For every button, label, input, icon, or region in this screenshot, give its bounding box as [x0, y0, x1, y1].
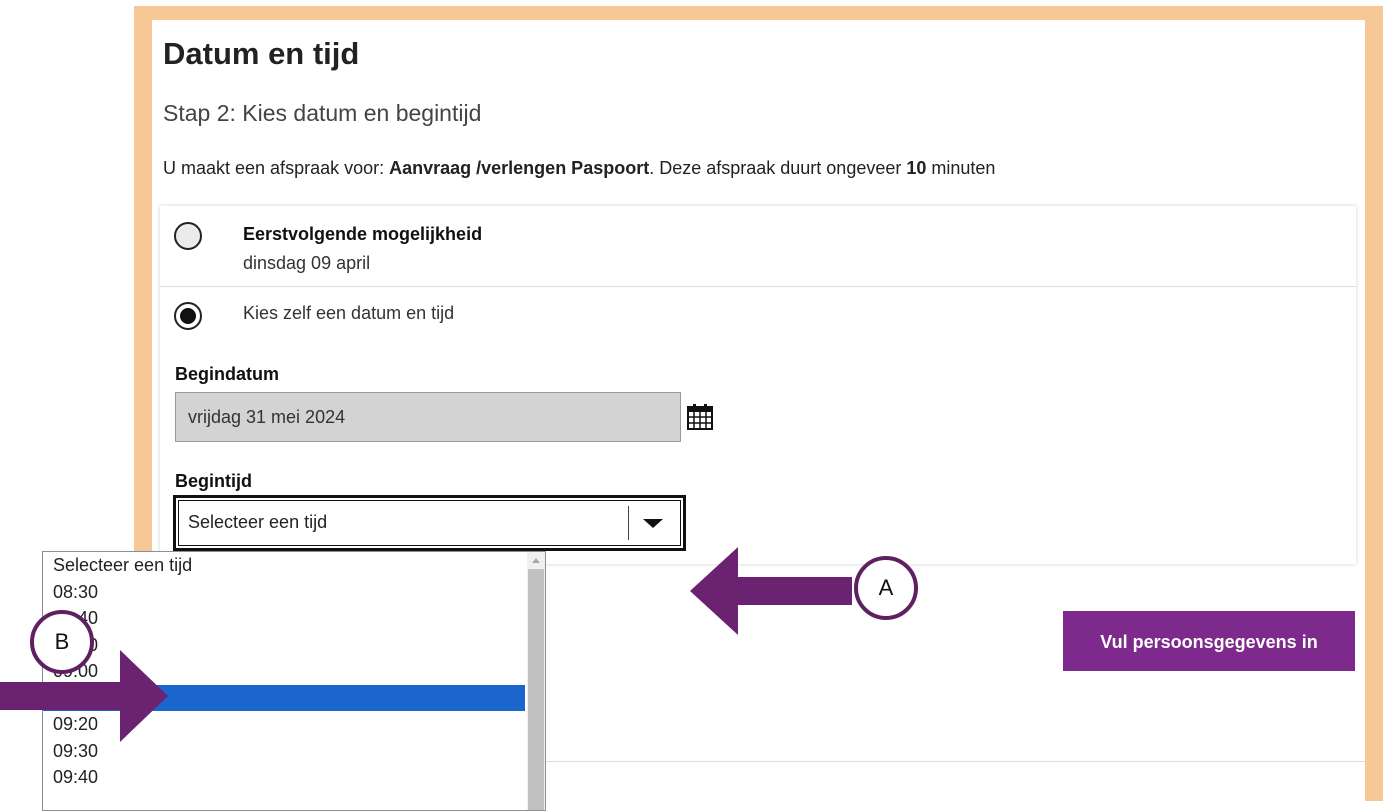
annotation-b: B: [30, 610, 94, 674]
info-service: Aanvraag /verlengen Paspoort: [389, 158, 650, 178]
option-first-date: dinsdag 09 april: [243, 253, 371, 273]
dropdown-option[interactable]: Selecteer een tijd: [43, 552, 525, 579]
date-time-card: Eerstvolgende mogelijkheid dinsdag 09 ap…: [160, 206, 1356, 564]
annotation-arrow-b: [0, 650, 168, 742]
next-button[interactable]: Vul persoonsgegevens in: [1063, 611, 1355, 671]
select-divider: [628, 506, 629, 540]
dropdown-option[interactable]: 08:30: [43, 579, 525, 606]
begintijd-label: Begintijd: [175, 471, 252, 491]
begindatum-label: Begindatum: [175, 364, 280, 384]
page-title: Datum en tijd: [163, 36, 360, 71]
annotation-arrow-a: [690, 547, 852, 635]
info-duration: 10: [906, 158, 927, 178]
begintijd-select[interactable]: Selecteer een tijd: [173, 495, 686, 551]
info-suffix: minuten: [926, 158, 996, 178]
radio-custom[interactable]: [174, 302, 202, 330]
dropdown-option[interactable]: 08:40: [43, 605, 525, 632]
annotation-a: A: [854, 556, 918, 620]
calendar-icon[interactable]: [687, 404, 713, 430]
chevron-down-icon[interactable]: [643, 519, 663, 528]
option-first-available[interactable]: Eerstvolgende mogelijkheid dinsdag 09 ap…: [160, 206, 1356, 287]
begintijd-select-value: Selecteer een tijd: [188, 512, 328, 532]
info-mid: . Deze afspraak duurt ongeveer: [649, 158, 907, 178]
dropdown-option[interactable]: 09:40: [43, 764, 525, 791]
option-first-title: Eerstvolgende mogelijkheid: [243, 224, 483, 244]
option-custom-label: Kies zelf een datum en tijd: [243, 303, 455, 323]
info-prefix: U maakt een afspraak voor:: [163, 158, 390, 178]
step-subtitle: Stap 2: Kies datum en begintijd: [163, 100, 482, 126]
dropdown-scrollbar[interactable]: [527, 552, 545, 810]
radio-first-available[interactable]: [174, 222, 202, 250]
begindatum-input[interactable]: vrijdag 31 mei 2024: [175, 392, 681, 442]
scroll-up-arrow-icon[interactable]: [532, 558, 540, 563]
appointment-info: U maakt een afspraak voor: Aanvraag /ver…: [163, 158, 995, 179]
scrollbar-thumb[interactable]: [528, 569, 544, 810]
